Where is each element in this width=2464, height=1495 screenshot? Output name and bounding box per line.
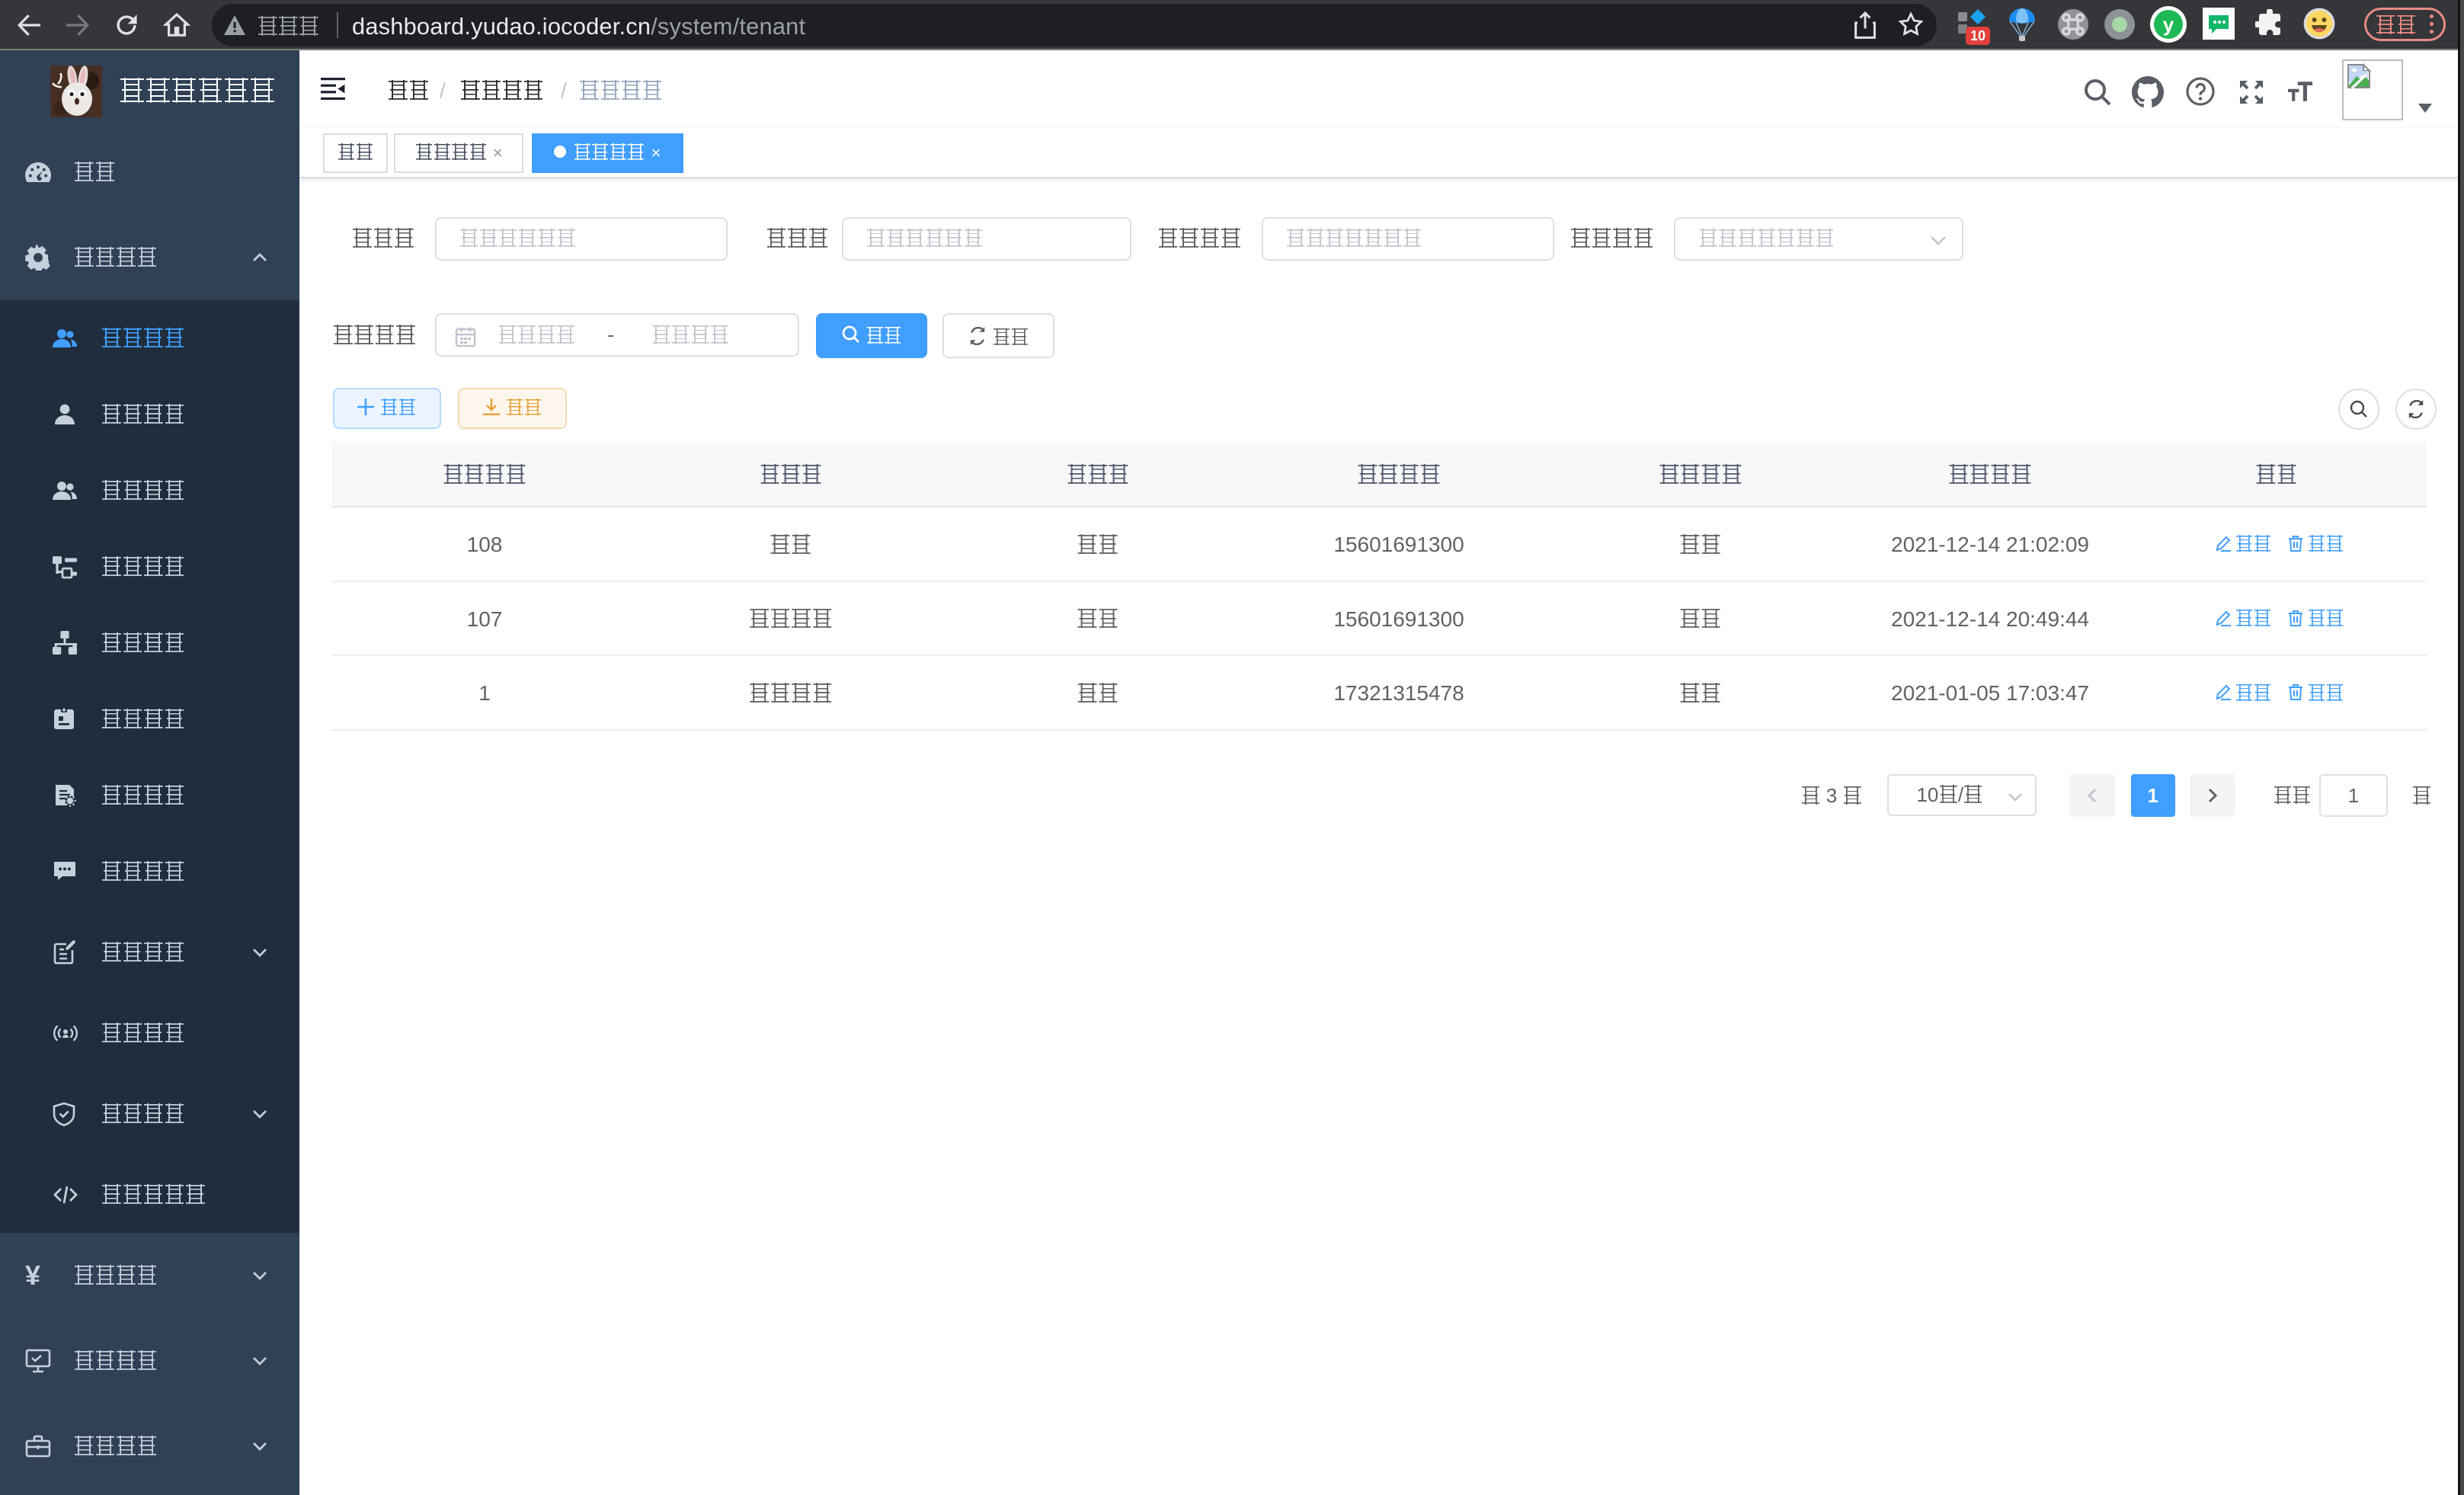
svg-text:y: y: [2163, 13, 2174, 36]
